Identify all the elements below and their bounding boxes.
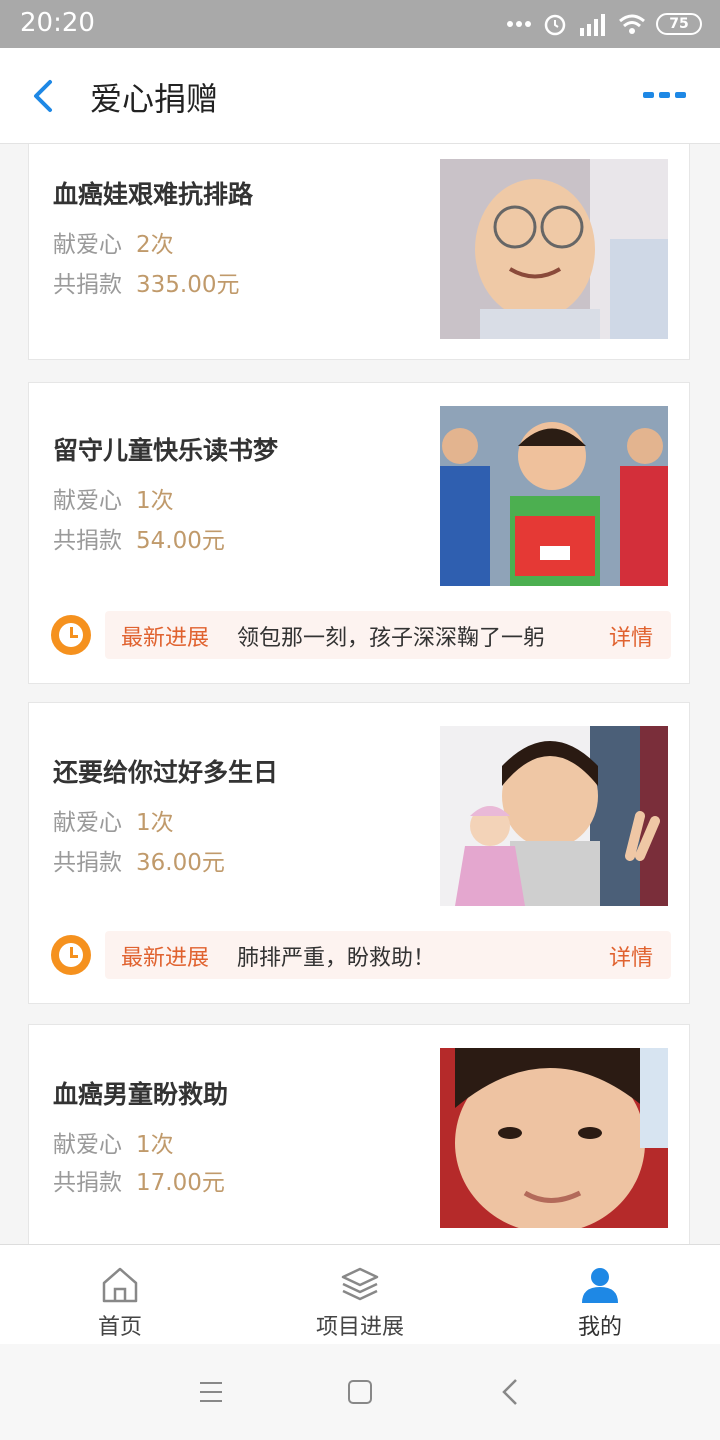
alarm-icon [544, 14, 566, 36]
donation-total: 共捐款 335.00元 [53, 272, 240, 298]
bottom-tab-bar: 首页 项目进展 我的 [0, 1244, 720, 1344]
donation-list: 血癌娃艰难抗排路 献爱心 2次 共捐款 335.00元 留守儿童快乐读书梦 献爱心 1… [0, 144, 720, 1244]
card-title: 还要给你过好多生日 [53, 758, 279, 787]
donation-total-value: 36.00元 [136, 850, 225, 876]
donation-total: 共捐款 54.00元 [53, 528, 225, 554]
project-photo [440, 726, 668, 906]
tab-label: 项目进展 [315, 1315, 404, 1340]
details-link[interactable]: 详情 [609, 940, 653, 972]
clock-icon [51, 935, 91, 975]
tab-project-progress[interactable]: 项目进展 [240, 1245, 480, 1345]
progress-text: 肺排严重，盼救助！ [237, 946, 436, 971]
nav-bar: 爱心捐赠 [0, 48, 720, 144]
clock-icon [51, 615, 91, 655]
details-link[interactable]: 详情 [609, 620, 653, 652]
love-count-value: 1次 [136, 1132, 174, 1158]
tab-home[interactable]: 首页 [0, 1245, 240, 1345]
system-back-icon[interactable] [500, 1378, 520, 1406]
square-home-icon[interactable] [348, 1380, 372, 1404]
progress-update[interactable]: 最新进展 领包那一刻，孩子深深鞠了一躬 详情 [51, 611, 673, 659]
page-title: 爱心捐赠 [90, 80, 219, 118]
donation-card[interactable]: 还要给你过好多生日 献爱心 1次 共捐款 36.00元 最新进展 肺排严重，盼救助！… [28, 702, 690, 1004]
love-count: 献爱心 2次 [53, 232, 174, 258]
project-photo [440, 406, 668, 586]
tab-label: 我的 [577, 1315, 622, 1340]
more-dots-icon [507, 21, 531, 27]
wifi-icon [619, 14, 645, 34]
project-photo [440, 159, 668, 339]
more-menu-icon[interactable] [643, 92, 686, 98]
love-count: 献爱心 1次 [53, 1132, 174, 1158]
donation-card[interactable]: 留守儿童快乐读书梦 献爱心 1次 共捐款 54.00元 最新进展 领包那一刻，孩子深… [28, 382, 690, 684]
progress-label: 最新进展 [121, 626, 210, 651]
back-arrow-icon[interactable] [26, 76, 62, 116]
layers-icon [341, 1267, 379, 1301]
progress-label: 最新进展 [121, 946, 210, 971]
donation-total-value: 335.00元 [136, 272, 240, 298]
love-count-value: 2次 [136, 232, 174, 258]
status-icons: 75 [506, 10, 702, 38]
donation-card[interactable]: 血癌娃艰难抗排路 献爱心 2次 共捐款 335.00元 [28, 144, 690, 360]
love-count-value: 1次 [136, 810, 174, 836]
card-title: 血癌娃艰难抗排路 [53, 180, 254, 209]
love-count-value: 1次 [136, 488, 174, 514]
donation-total: 共捐款 36.00元 [53, 850, 225, 876]
progress-bar: 最新进展 领包那一刻，孩子深深鞠了一躬 详情 [105, 611, 671, 659]
menu-icon[interactable] [200, 1382, 222, 1409]
battery-icon: 75 [656, 13, 702, 35]
status-bar: 20:20 75 [0, 0, 720, 48]
donation-total: 共捐款 17.00元 [53, 1170, 225, 1196]
progress-bar: 最新进展 肺排严重，盼救助！ 详情 [105, 931, 671, 979]
love-count: 献爱心 1次 [53, 810, 174, 836]
user-icon [582, 1268, 618, 1303]
status-time: 20:20 [20, 8, 95, 38]
card-title: 留守儿童快乐读书梦 [53, 436, 279, 465]
progress-update[interactable]: 最新进展 肺排严重，盼救助！ 详情 [51, 931, 673, 979]
love-count: 献爱心 1次 [53, 488, 174, 514]
donation-total-value: 17.00元 [136, 1170, 225, 1196]
tab-label: 首页 [97, 1315, 142, 1340]
tab-mine[interactable]: 我的 [480, 1245, 720, 1345]
signal-icon [580, 14, 605, 36]
donation-card[interactable]: 血癌男童盼救助 献爱心 1次 共捐款 17.00元 [28, 1024, 690, 1244]
system-nav-bar [0, 1344, 720, 1440]
project-photo [440, 1048, 668, 1228]
donation-total-value: 54.00元 [136, 528, 225, 554]
progress-text: 领包那一刻，孩子深深鞠了一躬 [237, 626, 546, 651]
home-icon [102, 1267, 138, 1303]
card-title: 血癌男童盼救助 [53, 1080, 229, 1109]
